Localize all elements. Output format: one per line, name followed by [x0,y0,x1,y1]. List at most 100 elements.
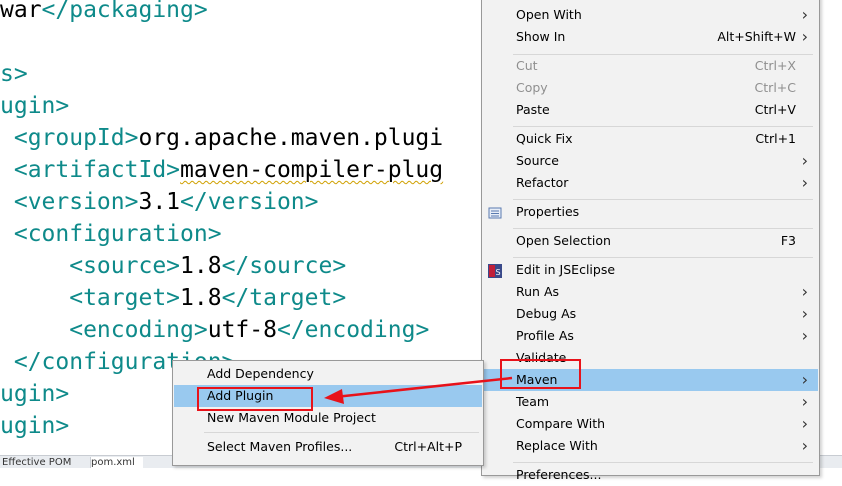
code-line: ugin> [0,92,69,120]
menu-item-team[interactable]: Team › [483,391,818,413]
submenu-chevron-icon: › [801,436,808,455]
code-line: ugin> [0,380,69,408]
code-line: <configuration> [0,220,222,248]
context-menu: Open With › Show In Alt+Shift+W › Cut Ctrl+X Co… [481,0,820,482]
menu-item-label: Edit in JSEclipse [516,262,616,277]
xml-tag: </source> [221,253,347,279]
add-plugin-highlight-box [197,387,313,411]
xml-tag: ugin> [0,381,70,407]
code-line: <groupId>org.apache.maven.plugi [0,124,443,152]
menu-separator [513,462,813,463]
xml-text: org.apache.maven.plugi [138,125,444,151]
code-line: <encoding>utf-8</encoding> [0,316,429,344]
xml-tag: <artifactId> [0,157,181,183]
code-line: war</packaging> [0,0,208,24]
menu-separator [204,432,479,433]
xml-tag: <groupId> [0,125,139,151]
menu-item-label: Run As [516,284,560,299]
xml-tag: <version> [0,189,139,215]
submenu-chevron-icon: › [801,326,808,345]
submenu-item-label: Select Maven Profiles... [207,439,353,454]
menu-item-label: Quick Fix [516,131,573,146]
submenu-chevron-icon: › [801,282,808,301]
code-line: <source>1.8</source> [0,252,346,280]
menu-item-label: Debug As [516,306,577,321]
xml-tag: </version> [180,189,319,215]
xml-text: utf-8 [207,317,277,343]
submenu-item-add-dependency[interactable]: Add Dependency [174,363,482,385]
menu-item-label: Replace With [516,438,598,453]
submenu-chevron-icon: › [801,304,808,323]
menu-item-shortcut: Ctrl+1 [755,131,796,146]
menu-item-label: Refactor [516,175,569,190]
xml-tag: </packaging> [41,0,208,23]
jseclipse-icon: S [488,263,502,278]
menu-item-edit-in-jseclipse[interactable]: S Edit in JSEclipse [483,259,818,281]
menu-separator [513,199,813,200]
menu-item-run-as[interactable]: Run As › [483,281,818,303]
xml-tag: </encoding> [276,317,430,343]
xml-tag: s> [0,61,28,87]
xml-text: 1.8 [180,285,222,311]
xml-tag: <encoding> [0,317,208,343]
menu-item-show-in[interactable]: Show In Alt+Shift+W › [483,26,818,48]
menu-separator [513,126,813,127]
menu-item-refactor[interactable]: Refactor › [483,172,818,194]
menu-item-replace-with[interactable]: Replace With › [483,435,818,457]
menu-item-label: Preferences... [516,467,602,482]
xml-tag: ugin> [0,93,70,119]
menu-item-copy[interactable]: Copy Ctrl+C [483,77,818,99]
menu-item-profile-as[interactable]: Profile As › [483,325,818,347]
code-line: <target>1.8</target> [0,284,346,312]
code-line: <artifactId>maven-compiler-plug [0,156,443,184]
menu-item-open-selection[interactable]: Open Selection F3 [483,230,818,252]
submenu-chevron-icon: › [801,173,808,192]
xml-tag: <target> [0,285,181,311]
submenu-chevron-icon: › [801,370,808,389]
submenu-chevron-icon: › [801,27,808,46]
menu-item-label: Team [516,394,550,409]
submenu-item-select-maven-profiles[interactable]: Select Maven Profiles... Ctrl+Alt+P [174,436,482,458]
menu-item-label: Copy [516,80,548,95]
xml-tag: <configuration> [0,221,222,247]
submenu-item-shortcut: Ctrl+Alt+P [394,439,462,454]
menu-separator [513,228,813,229]
menu-item-shortcut: F3 [780,233,796,248]
submenu-chevron-icon: › [801,392,808,411]
menu-item-label: Cut [516,58,538,73]
tab-pom-xml[interactable]: pom.xml [90,457,143,468]
menu-item-paste[interactable]: Paste Ctrl+V [483,99,818,121]
submenu-chevron-icon: › [801,5,808,24]
menu-item-properties[interactable]: Properties [483,201,818,223]
xml-tag: <source> [0,253,181,279]
menu-item-preferences[interactable]: Preferences... [483,464,818,486]
maven-highlight-box [500,359,581,389]
menu-item-shortcut: Ctrl+C [754,80,796,95]
code-line: <version>3.1</version> [0,188,319,216]
menu-item-shortcut: Alt+Shift+W [717,29,796,44]
menu-item-open-with[interactable]: Open With › [483,4,818,26]
menu-item-compare-with[interactable]: Compare With › [483,413,818,435]
menu-item-label: Open With [516,7,582,22]
xml-text: 1.8 [180,253,222,279]
menu-item-source[interactable]: Source › [483,150,818,172]
maven-submenu: Add Dependency Add Plugin New Maven Module… [172,360,484,466]
tab-effective-pom[interactable]: Effective POM [2,457,84,468]
menu-item-quick-fix[interactable]: Quick Fix Ctrl+1 [483,128,818,150]
submenu-chevron-icon: › [801,151,808,170]
submenu-item-label: Add Dependency [207,366,314,381]
svg-text:S: S [496,268,501,277]
submenu-chevron-icon: › [801,414,808,433]
menu-item-cut[interactable]: Cut Ctrl+X [483,55,818,77]
xml-text: war [0,0,42,23]
xml-text: 3.1 [138,189,181,215]
menu-separator [513,257,813,258]
menu-item-label: Paste [516,102,550,117]
menu-item-label: Profile As [516,328,574,343]
properties-icon [488,205,502,219]
xml-text: maven-compiler-plug [180,157,444,183]
menu-item-debug-as[interactable]: Debug As › [483,303,818,325]
menu-item-label: Source [516,153,559,168]
code-line: ugin> [0,412,69,440]
xml-tag: </target> [221,285,347,311]
